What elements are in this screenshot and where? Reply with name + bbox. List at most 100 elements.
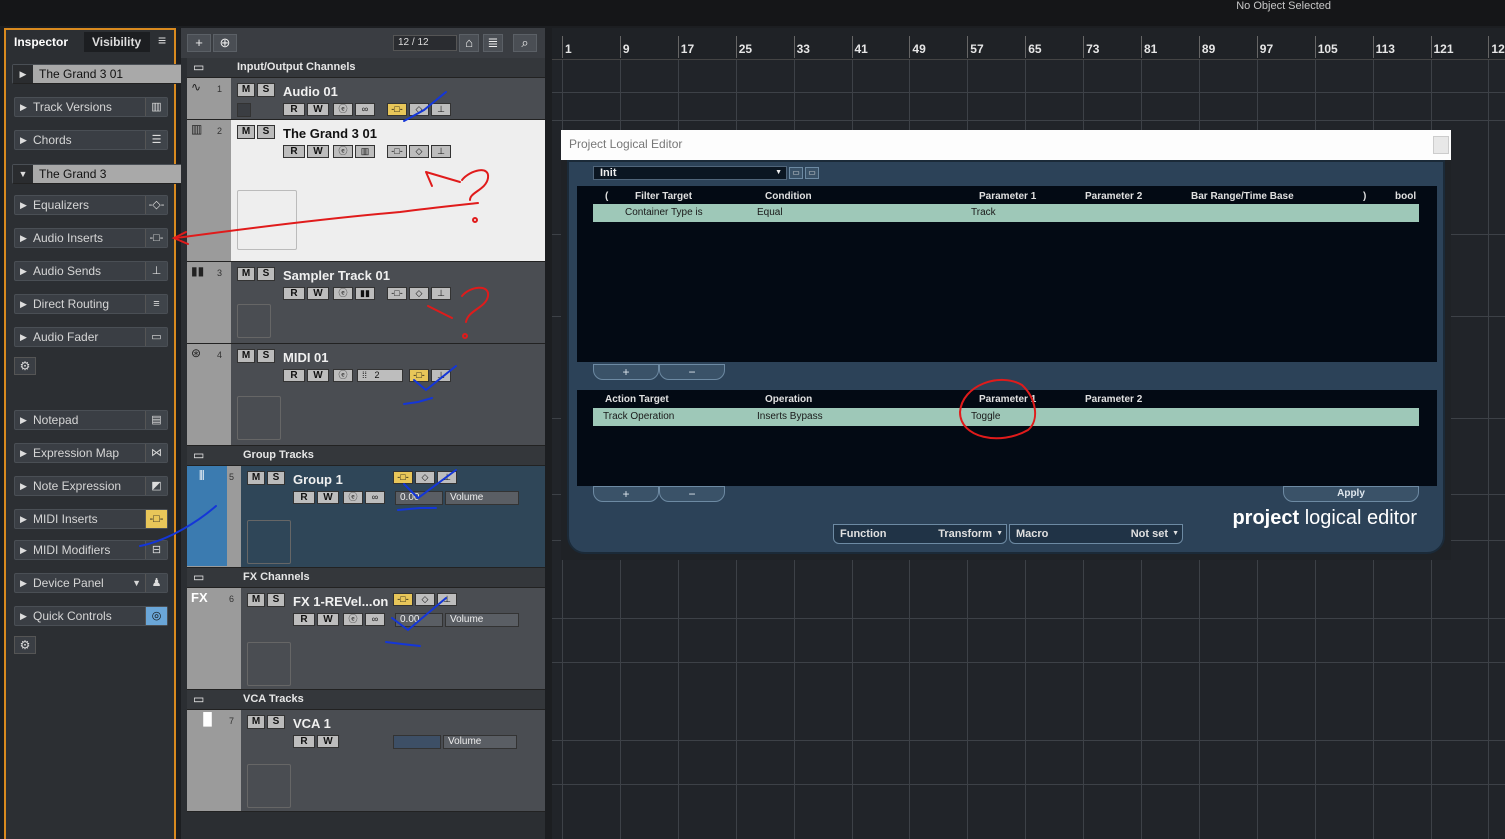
section-direct-routing[interactable]: ▶ Direct Routing ≡ — [14, 294, 168, 314]
action-row[interactable]: Track Operation Inserts Bypass Toggle — [593, 408, 1419, 426]
track-group-1[interactable]: ⫴ 5 M S Group 1 -□- ◇ ⊥ R W ⓔ ∞ 0.00 Volu… — [187, 466, 545, 568]
mute-button[interactable]: M — [237, 267, 255, 281]
mute-button[interactable]: M — [237, 349, 255, 363]
parameter1-cell[interactable]: Toggle — [971, 411, 1000, 422]
inserts-bypass-icon[interactable]: -□- — [387, 103, 407, 116]
track-name[interactable]: The Grand 3 01 — [283, 126, 377, 141]
section-track-versions[interactable]: ▶ Track Versions ▥ — [14, 97, 168, 117]
midi-inserts-bypass-icon[interactable]: -□- — [409, 369, 429, 382]
track-list-menu-icon[interactable]: ≣ — [483, 34, 503, 52]
mute-button[interactable]: M — [237, 83, 255, 97]
sampler-control-icon[interactable]: ▮▮ — [355, 287, 375, 300]
edit-channel-icon[interactable]: ⓔ — [343, 613, 363, 626]
solo-button[interactable]: S — [257, 83, 275, 97]
sends-bypass-icon[interactable]: ⊥ — [431, 145, 451, 158]
write-button[interactable]: W — [307, 103, 329, 116]
add-filter-button[interactable]: + — [593, 364, 659, 380]
link-icon[interactable]: ∞ — [355, 103, 375, 116]
solo-button[interactable]: S — [257, 349, 275, 363]
inserts-bypass-icon[interactable]: -□- — [387, 145, 407, 158]
track-name[interactable]: MIDI 01 — [283, 350, 329, 365]
search-icon[interactable]: ⌕ — [513, 34, 537, 52]
hamburger-icon[interactable]: ≡ — [158, 32, 174, 52]
link-icon[interactable]: ∞ — [365, 613, 385, 626]
read-button[interactable]: R — [283, 145, 305, 158]
actions-grid[interactable]: Action Target Operation Parameter 1 Para… — [577, 390, 1437, 486]
sends-bypass-icon[interactable]: ⊥ — [437, 593, 457, 606]
track-fx-1[interactable]: FX 6 M S FX 1-REVel...on -□- ◇ ⊥ R W ⓔ ∞ … — [187, 588, 545, 690]
add-track-folder-icon[interactable]: ⊕ — [213, 34, 237, 52]
section-audio-sends[interactable]: ▶ Audio Sends ⊥ — [14, 261, 168, 281]
close-icon[interactable] — [1433, 136, 1449, 154]
macro-selector[interactable]: Macro Not set ▼ — [1009, 524, 1183, 544]
filter-conditions-grid[interactable]: ( Filter Target Condition Parameter 1 Pa… — [577, 186, 1437, 362]
remove-filter-button[interactable]: − — [659, 364, 725, 380]
preset-selector[interactable]: Init ▼ — [593, 166, 787, 180]
track-name[interactable]: Group 1 — [293, 472, 343, 487]
volume-value[interactable] — [393, 735, 441, 749]
inserts-bypass-icon[interactable]: -□- — [387, 287, 407, 300]
section-midi-modifiers[interactable]: ▶ MIDI Modifiers ⊟ — [14, 540, 168, 560]
sends-bypass-icon[interactable]: ⊥ — [431, 287, 451, 300]
mute-button[interactable]: M — [237, 125, 255, 139]
write-button[interactable]: W — [317, 735, 339, 748]
edit-channel-icon[interactable]: ⓔ — [333, 287, 353, 300]
collapse-icon[interactable]: ▼ — [13, 165, 33, 183]
edit-channel-icon[interactable]: ⓔ — [333, 103, 353, 116]
link-icon[interactable]: ∞ — [365, 491, 385, 504]
write-button[interactable]: W — [317, 613, 339, 626]
section-midi-inserts[interactable]: ▶ MIDI Inserts -□- — [14, 509, 168, 529]
section-chords[interactable]: ▶ Chords ☰ — [14, 130, 168, 150]
mute-button[interactable]: M — [247, 593, 265, 607]
action-target-cell[interactable]: Track Operation — [603, 411, 674, 422]
section-expression-map[interactable]: ▶ Expression Map ⋈ — [14, 443, 168, 463]
track-name[interactable]: Sampler Track 01 — [283, 268, 390, 283]
track-picture[interactable] — [237, 304, 271, 338]
track-picture[interactable] — [237, 396, 281, 440]
tab-visibility[interactable]: Visibility — [84, 32, 150, 52]
instrument-icon[interactable]: ▥ — [355, 145, 375, 158]
solo-button[interactable]: S — [257, 267, 275, 281]
track-sampler-track-01[interactable]: ▮▮ 3 M S Sampler Track 01 R W ⓔ ▮▮ -□- ◇ … — [187, 262, 545, 344]
track-name[interactable]: FX 1-REVel...on — [293, 594, 388, 609]
track-picture[interactable] — [247, 520, 291, 564]
track-vca-1[interactable]: ▐▌ 7 M S VCA 1 R W Volume — [187, 710, 545, 812]
eq-bypass-icon[interactable]: ◇ — [409, 287, 429, 300]
eq-bypass-icon[interactable]: ◇ — [409, 145, 429, 158]
section-notepad[interactable]: ▶ Notepad ▤ — [14, 410, 168, 430]
section-device-panel[interactable]: ▶ Device Panel ▼ ♟ — [14, 573, 168, 593]
track-the-grand-3-01[interactable]: ▥ 2 M S The Grand 3 01 R W ⓔ ▥ -□- ◇ ⊥ — [187, 120, 545, 262]
section-quick-controls[interactable]: ▶ Quick Controls ◎ — [14, 606, 168, 626]
solo-button[interactable]: S — [257, 125, 275, 139]
mute-button[interactable]: M — [247, 715, 265, 729]
write-button[interactable]: W — [307, 369, 329, 382]
track-picture[interactable] — [247, 764, 291, 808]
folder-vca-tracks[interactable]: ▭ VCA Tracks — [187, 690, 545, 710]
section-audio-fader[interactable]: ▶ Audio Fader ▭ — [14, 327, 168, 347]
read-button[interactable]: R — [283, 103, 305, 116]
section-note-expression[interactable]: ▶ Note Expression ◩ — [14, 476, 168, 496]
filter-target-cell[interactable]: Container Type is — [625, 207, 703, 218]
section-audio-inserts[interactable]: ▶ Audio Inserts -□- — [14, 228, 168, 248]
folder-io-channels[interactable]: ▭ Input/Output Channels — [187, 58, 545, 78]
filter-row[interactable]: Container Type is Equal Track — [593, 204, 1419, 222]
read-button[interactable]: R — [293, 735, 315, 748]
track-name[interactable]: VCA 1 — [293, 716, 331, 731]
read-button[interactable]: R — [293, 613, 315, 626]
inspector-settings-gear-icon[interactable]: ⚙ — [14, 636, 36, 654]
track-name[interactable]: Audio 01 — [283, 84, 338, 99]
read-button[interactable]: R — [283, 287, 305, 300]
track-audio-01[interactable]: ∿ 1 M S Audio 01 R W ⓔ ∞ -□- ◇ ⊥ — [187, 78, 545, 120]
sends-bypass-icon[interactable]: ⊥ — [431, 103, 451, 116]
track-color-swatch[interactable] — [237, 103, 251, 117]
edit-channel-icon[interactable]: ⓔ — [333, 369, 353, 382]
window-title[interactable]: Project Logical Editor — [561, 130, 1451, 160]
solo-button[interactable]: S — [267, 593, 285, 607]
apply-button[interactable]: Apply — [1283, 486, 1419, 502]
inspector-settings-gear-icon[interactable]: ⚙ — [14, 357, 36, 375]
eq-bypass-icon[interactable]: ◇ — [409, 103, 429, 116]
condition-cell[interactable]: Equal — [757, 207, 783, 218]
parameter1-cell[interactable]: Track — [971, 207, 996, 218]
project-logical-editor-window[interactable]: Project Logical Editor Init ▼ ▭ ▭ ( Filte… — [561, 130, 1451, 560]
track-presets-icon[interactable]: ⌂ — [459, 34, 479, 52]
